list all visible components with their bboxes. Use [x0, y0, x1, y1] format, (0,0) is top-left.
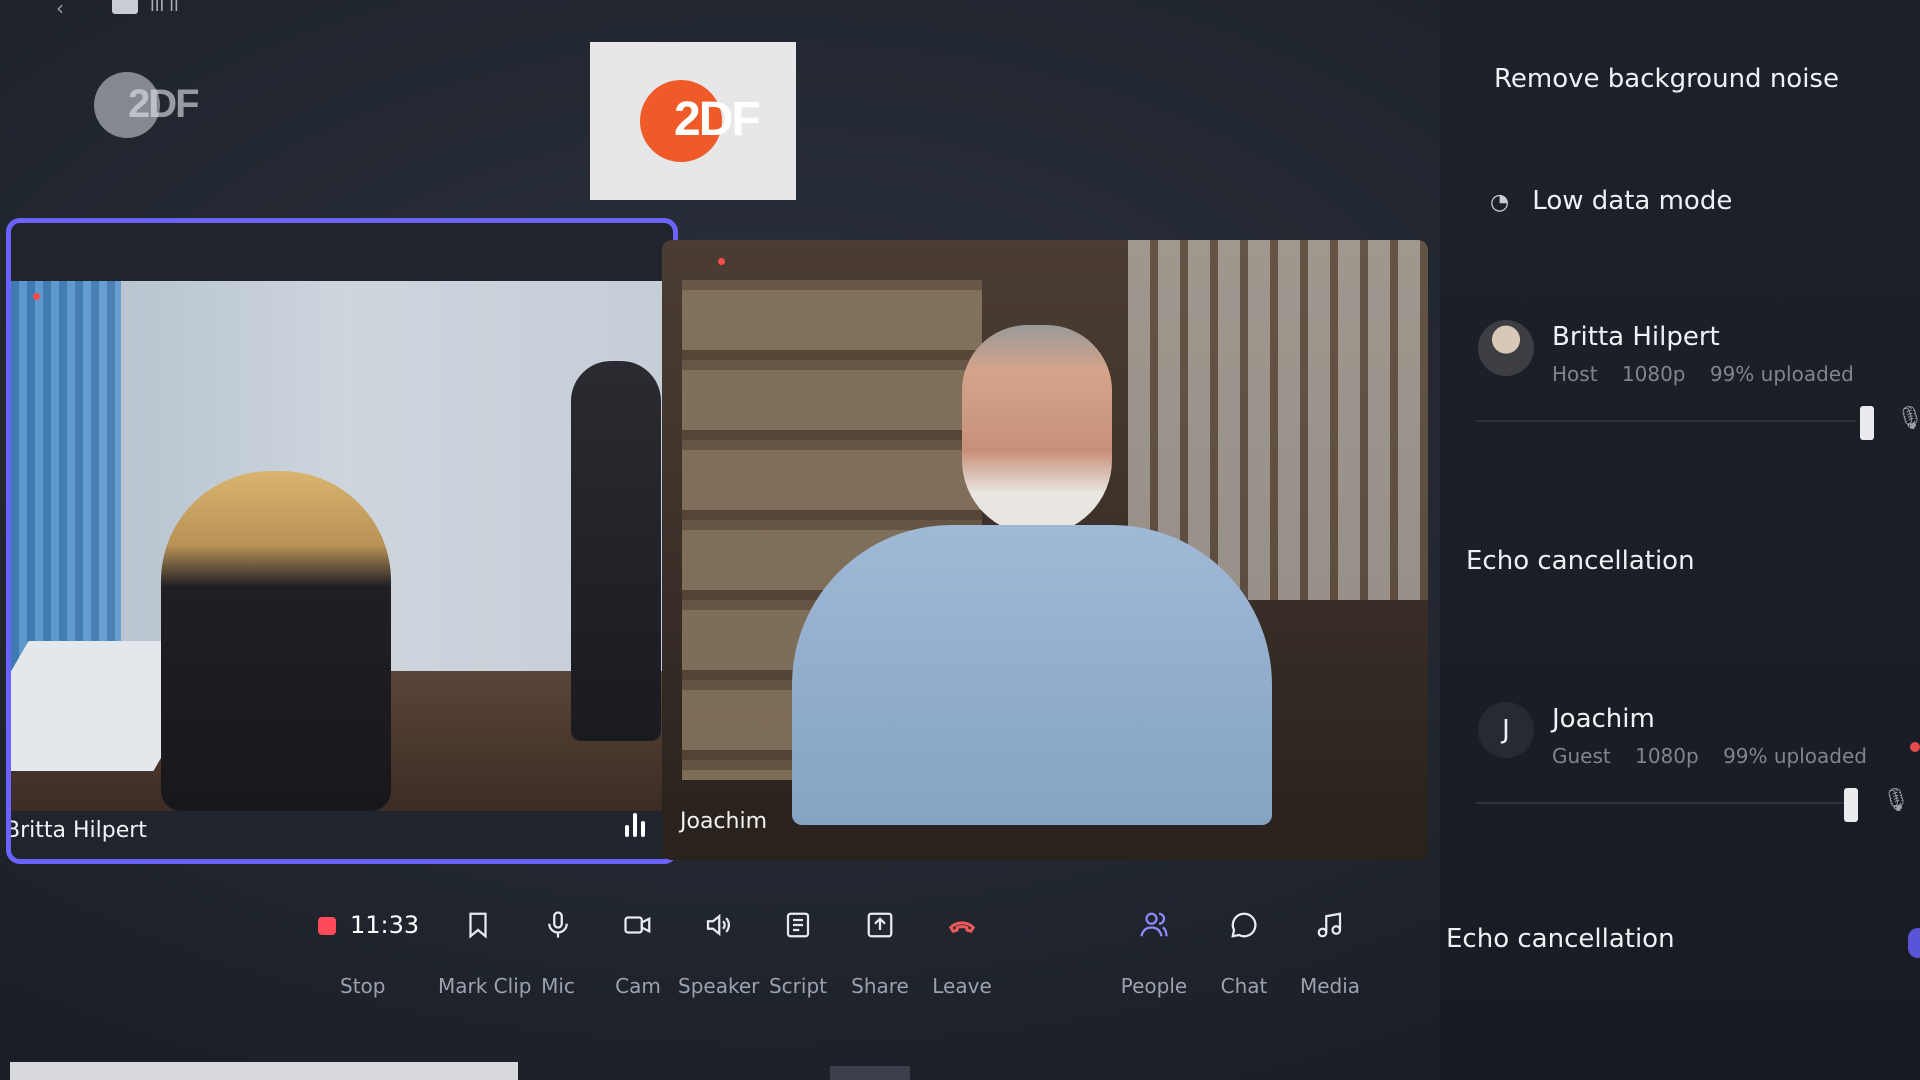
low-data-mode-setting[interactable]: ◔ Low data mode	[1490, 186, 1920, 216]
tile-name-label: Britta Hilpert	[6, 818, 147, 843]
script-button[interactable]: Script	[758, 900, 838, 998]
cam-button[interactable]: Cam	[598, 900, 678, 998]
tile-name-label: Joachim	[680, 809, 768, 834]
video-tile-joachim[interactable]: Joachim	[662, 240, 1428, 860]
participant-quality: 1080p	[1635, 744, 1699, 768]
volume-slider-handle[interactable]	[1860, 406, 1874, 440]
participant-head	[962, 325, 1112, 535]
leave-button[interactable]: Leave	[922, 900, 1002, 998]
mark-clip-button[interactable]: Mark Clip	[438, 900, 532, 998]
share-label: Share	[851, 974, 909, 998]
stop-label: Stop	[340, 974, 386, 998]
leave-label: Leave	[932, 974, 992, 998]
share-icon	[855, 900, 905, 950]
stop-recording-button[interactable]: 11:33 Stop	[310, 900, 420, 998]
signal-icon: ◔	[1490, 190, 1510, 215]
speaker-button[interactable]: Speaker	[678, 900, 760, 998]
logo-text: 2DF	[674, 93, 761, 146]
people-label: People	[1120, 974, 1188, 998]
microphone-icon[interactable]: 🎙	[1882, 788, 1910, 813]
participant-upload: 99% uploaded	[1723, 744, 1867, 768]
echo-cancellation-setting[interactable]: Echo cancellation	[1446, 924, 1920, 954]
participant-role: Host	[1552, 362, 1598, 386]
participant-name: Britta Hilpert	[1552, 322, 1720, 352]
avatar	[1478, 320, 1534, 376]
participant-figure	[772, 285, 1292, 825]
chat-label: Chat	[1220, 974, 1268, 998]
back-icon[interactable]: ‹	[56, 0, 64, 20]
top-bar: ‹ III II	[0, 0, 1440, 20]
volume-slider-handle[interactable]	[1844, 788, 1858, 822]
mic-label: Mic	[541, 974, 575, 998]
script-label: Script	[768, 974, 827, 998]
microphone-icon[interactable]: 🎙	[1896, 406, 1920, 431]
divider	[1476, 420, 1856, 422]
media-button[interactable]: Media	[1290, 900, 1370, 998]
background-figure	[571, 361, 661, 741]
hangup-icon	[937, 900, 987, 950]
watermark-text: 2DF	[128, 82, 200, 126]
participant-meta: Host 1080p 99% uploaded	[1552, 362, 1872, 386]
participant-quality: 1080p	[1621, 362, 1686, 386]
participant-figure	[161, 471, 391, 811]
music-icon	[1305, 900, 1355, 950]
participants-panel: Remove background noise ◔ Low data mode …	[1440, 0, 1920, 1080]
echo-cancellation-label: Echo cancellation	[1466, 546, 1695, 576]
progress-strip-segment	[830, 1066, 910, 1080]
recording-dot	[33, 293, 40, 300]
echo-cancellation-setting[interactable]: Echo cancellation	[1466, 546, 1920, 576]
people-button[interactable]: People	[1114, 900, 1194, 998]
cam-label: Cam	[615, 974, 661, 998]
progress-strip	[10, 1062, 518, 1080]
toggle-switch[interactable]	[1908, 928, 1920, 958]
tab-title[interactable]: III II	[150, 0, 179, 15]
record-icon: 11:33	[310, 900, 420, 950]
call-toolbar: 11:33 Stop Mark Clip Mic Cam Speaker Scr…	[0, 900, 1440, 1050]
document-icon	[773, 900, 823, 950]
participant-body	[792, 525, 1272, 825]
video-call-screen: ‹ III II 2DF 2DF Britta Hilpert Joachim …	[0, 0, 1920, 1080]
status-dot	[1910, 742, 1920, 752]
recording-dot	[718, 258, 725, 265]
recording-timer: 11:33	[350, 911, 420, 939]
participant-row[interactable]: Britta Hilpert Host 1080p 99% uploaded 🎙	[1440, 320, 1920, 440]
participant-upload: 99% uploaded	[1709, 362, 1854, 386]
divider	[1476, 802, 1856, 804]
avatar: J	[1478, 702, 1534, 758]
video-feed	[11, 281, 673, 811]
participant-name: Joachim	[1552, 704, 1655, 734]
tab-icon[interactable]	[112, 0, 138, 14]
audio-level-icon	[625, 813, 651, 837]
bookmark-icon	[453, 900, 503, 950]
mark-clip-label: Mark Clip	[438, 974, 532, 998]
participant-row[interactable]: J Joachim Guest 1080p 99% uploaded 🎙	[1440, 702, 1920, 822]
microphone-icon	[533, 900, 583, 950]
speaker-icon	[693, 900, 743, 950]
broadcaster-logo: 2DF	[590, 42, 796, 200]
video-feed	[662, 240, 1428, 825]
camera-icon	[613, 900, 663, 950]
chat-button[interactable]: Chat	[1204, 900, 1284, 998]
video-tile-britta-hilpert[interactable]: Britta Hilpert	[6, 218, 678, 864]
participant-role: Guest	[1552, 744, 1611, 768]
participant-meta: Guest 1080p 99% uploaded	[1552, 744, 1885, 768]
echo-cancellation-label: Echo cancellation	[1446, 924, 1675, 954]
speaker-label: Speaker	[678, 974, 760, 998]
remove-noise-label: Remove background noise	[1494, 64, 1839, 94]
media-label: Media	[1299, 974, 1361, 998]
people-icon	[1129, 900, 1179, 950]
mic-button[interactable]: Mic	[518, 900, 598, 998]
low-data-label: Low data mode	[1532, 186, 1733, 216]
share-button[interactable]: Share	[840, 900, 920, 998]
chat-icon	[1219, 900, 1269, 950]
remove-noise-setting[interactable]: Remove background noise	[1494, 64, 1920, 94]
broadcaster-watermark: 2DF	[94, 72, 234, 142]
